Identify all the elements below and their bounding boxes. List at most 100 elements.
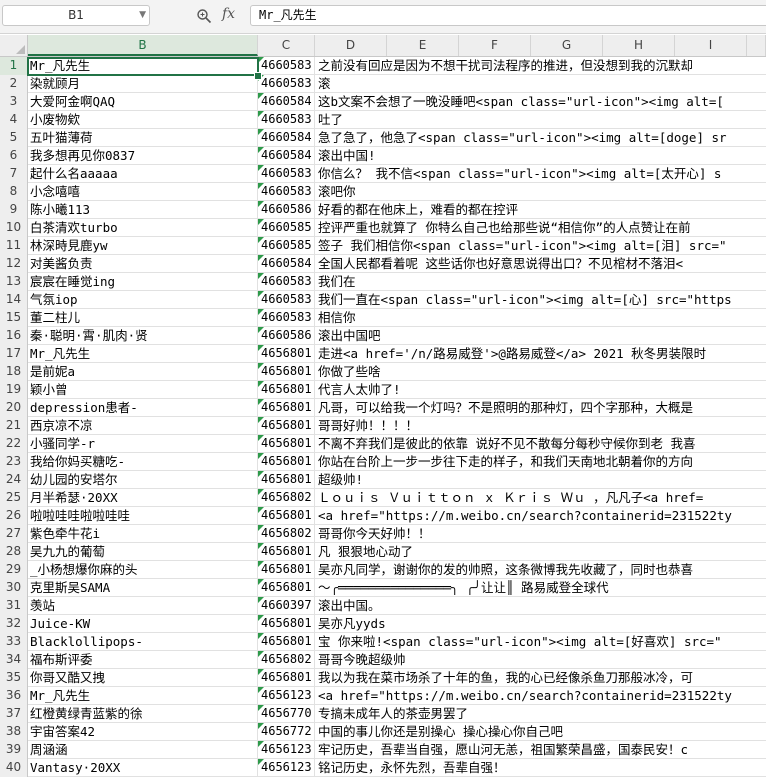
cell-b[interactable]: _小杨想爆你麻的头 [28, 561, 258, 579]
cell-c[interactable]: 4656772 [258, 723, 315, 741]
cell-b[interactable]: Vantasy·20XX [28, 759, 258, 777]
cell-b[interactable]: 啦啦哇哇啦啦哇哇 [28, 507, 258, 525]
cell-b[interactable]: 是前妮a [28, 363, 258, 381]
cell-b[interactable]: 你哥又酷又拽 [28, 669, 258, 687]
row-header[interactable]: 1 [0, 57, 28, 75]
row-header[interactable]: 34 [0, 651, 28, 669]
row-header[interactable]: 32 [0, 615, 28, 633]
cell-c[interactable]: 4656801 [258, 345, 315, 363]
cell-b[interactable]: 林深時見鹿yw [28, 237, 258, 255]
cell-b[interactable]: 白茶清欢turbo [28, 219, 258, 237]
cell-d[interactable]: 滚 [315, 75, 766, 93]
row-header[interactable]: 24 [0, 471, 28, 489]
cell-c[interactable]: 4660583 [258, 291, 315, 309]
row-header[interactable]: 35 [0, 669, 28, 687]
row-header[interactable]: 36 [0, 687, 28, 705]
cell-c[interactable]: 4660584 [258, 147, 315, 165]
fx-icon[interactable]: fx [222, 6, 235, 22]
cell-c[interactable]: 4656802 [258, 651, 315, 669]
row-header[interactable]: 28 [0, 543, 28, 561]
cell-c[interactable]: 4660584 [258, 93, 315, 111]
cell-d[interactable]: 你信么？ 我不信<span class="url-icon"><img alt=… [315, 165, 766, 183]
row-header[interactable]: 30 [0, 579, 28, 597]
cell-b[interactable]: 我多想再见你0837 [28, 147, 258, 165]
cell-d[interactable]: 走进<a href='/n/路易威登'>@路易威登</a> 2021 秋冬男装限… [315, 345, 766, 363]
row-header[interactable]: 9 [0, 201, 28, 219]
cell-b[interactable]: 颖小曾 [28, 381, 258, 399]
select-all-corner[interactable] [0, 35, 28, 56]
cell-b[interactable]: 小念嘻嘻 [28, 183, 258, 201]
cell-c[interactable]: 4656801 [258, 381, 315, 399]
cell-b[interactable]: Mr_凡先生 [28, 345, 258, 363]
cell-d[interactable]: 专搞未成年人的茶壶男罢了 [315, 705, 766, 723]
cell-d[interactable]: 宝 你来啦!<span class="url-icon"><img alt=[好… [315, 633, 766, 651]
cell-b[interactable]: 宸宸在睡觉ing [28, 273, 258, 291]
row-header[interactable]: 29 [0, 561, 28, 579]
cell-d[interactable]: 我们在 [315, 273, 766, 291]
cell-d[interactable]: 控评严重也就算了 你特么自己也给那些说“相信你”的人点赞让在前 [315, 219, 766, 237]
cell-d[interactable]: ～╭═══════════════╮ ╭╯让让║ 路易威登全球代 [315, 579, 766, 597]
cell-b[interactable]: 秦·聪明·霄·肌肉·贤 [28, 327, 258, 345]
cell-b[interactable]: 气氛iop [28, 291, 258, 309]
row-header[interactable]: 20 [0, 399, 28, 417]
row-header[interactable]: 38 [0, 723, 28, 741]
row-header[interactable]: 23 [0, 453, 28, 471]
cell-b[interactable]: 羡站 [28, 597, 258, 615]
cell-b[interactable]: 陈小曦113 [28, 201, 258, 219]
cell-b[interactable]: 幼儿园的安塔尔 [28, 471, 258, 489]
zoom-icon[interactable] [196, 8, 212, 24]
cell-b[interactable]: 对美酱负责 [28, 255, 258, 273]
cell-b[interactable]: 董二柱儿 [28, 309, 258, 327]
cell-d[interactable]: 这b文案不会想了一晚没睡吧<span class="url-icon"><img… [315, 93, 766, 111]
cell-c[interactable]: 4656801 [258, 417, 315, 435]
chevron-down-icon[interactable]: ▼ [139, 6, 146, 25]
cell-b[interactable]: 宇宙答案42 [28, 723, 258, 741]
cell-c[interactable]: 4660583 [258, 183, 315, 201]
name-box[interactable]: B1 ▼ [2, 5, 150, 26]
row-header[interactable]: 3 [0, 93, 28, 111]
cell-d[interactable]: 不离不弃我们是彼此的依靠 说好不见不散每分每秒守候你到老 我喜 [315, 435, 766, 453]
row-header[interactable]: 12 [0, 255, 28, 273]
cell-d[interactable]: 凡哥，可以给我一个灯吗？不是照明的那种灯，四个字那种，大概是 [315, 399, 766, 417]
cell-d[interactable]: 签子 我们相信你<span class="url-icon"><img alt=… [315, 237, 766, 255]
cell-d[interactable]: 你做了些啥 [315, 363, 766, 381]
cell-d[interactable]: 哥哥你今天好帅！！ [315, 525, 766, 543]
row-header[interactable]: 33 [0, 633, 28, 651]
cell-d[interactable]: 滚出中国吧 [315, 327, 766, 345]
cell-b[interactable]: 起什么名aaaaa [28, 165, 258, 183]
cell-b[interactable]: Mr_凡先生 [28, 57, 258, 75]
cell-b[interactable]: 小骚同学-r [28, 435, 258, 453]
cell-b[interactable]: 五叶猫薄荷 [28, 129, 258, 147]
row-header[interactable]: 31 [0, 597, 28, 615]
cell-d[interactable]: Ｌｏｕｉｓ Ｖｕｉｔｔｏｎ ｘ Ｋｒｉｓ Ｗｕ ，凡凡子<a href= [315, 489, 766, 507]
cell-d[interactable]: 凡 狠狠地心动了 [315, 543, 766, 561]
column-header-d[interactable]: D [315, 35, 387, 56]
cell-c[interactable]: 4656801 [258, 615, 315, 633]
cell-b[interactable]: 克里斯吴SAMA [28, 579, 258, 597]
cell-c[interactable]: 4660397 [258, 597, 315, 615]
row-header[interactable]: 4 [0, 111, 28, 129]
cell-c[interactable]: 4660584 [258, 129, 315, 147]
cell-b[interactable]: 红橙黄绿青蓝紫的徐 [28, 705, 258, 723]
column-header-h[interactable]: H [603, 35, 675, 56]
cell-b[interactable]: 大爱阿金啊QAQ [28, 93, 258, 111]
cell-d[interactable]: 我以为我在菜市场杀了十年的鱼，我的心已经像杀鱼刀那般冰冷，可 [315, 669, 766, 687]
row-header[interactable]: 2 [0, 75, 28, 93]
row-header[interactable]: 17 [0, 345, 28, 363]
cell-b[interactable]: Mr_凡先生 [28, 687, 258, 705]
row-header[interactable]: 22 [0, 435, 28, 453]
cell-d[interactable]: 滚出中国! [315, 147, 766, 165]
cell-c[interactable]: 4660586 [258, 327, 315, 345]
row-header[interactable]: 26 [0, 507, 28, 525]
row-header[interactable]: 6 [0, 147, 28, 165]
row-header[interactable]: 10 [0, 219, 28, 237]
row-header[interactable]: 16 [0, 327, 28, 345]
cell-c[interactable]: 4656801 [258, 471, 315, 489]
cell-b[interactable]: 染就顾月 [28, 75, 258, 93]
cell-b[interactable]: 福布斯评委 [28, 651, 258, 669]
column-header-partial[interactable] [747, 35, 766, 56]
cell-d[interactable]: 代言人太帅了! [315, 381, 766, 399]
column-header-b[interactable]: B [28, 35, 258, 56]
cell-d[interactable]: 相信你 [315, 309, 766, 327]
cell-c[interactable]: 4656801 [258, 669, 315, 687]
